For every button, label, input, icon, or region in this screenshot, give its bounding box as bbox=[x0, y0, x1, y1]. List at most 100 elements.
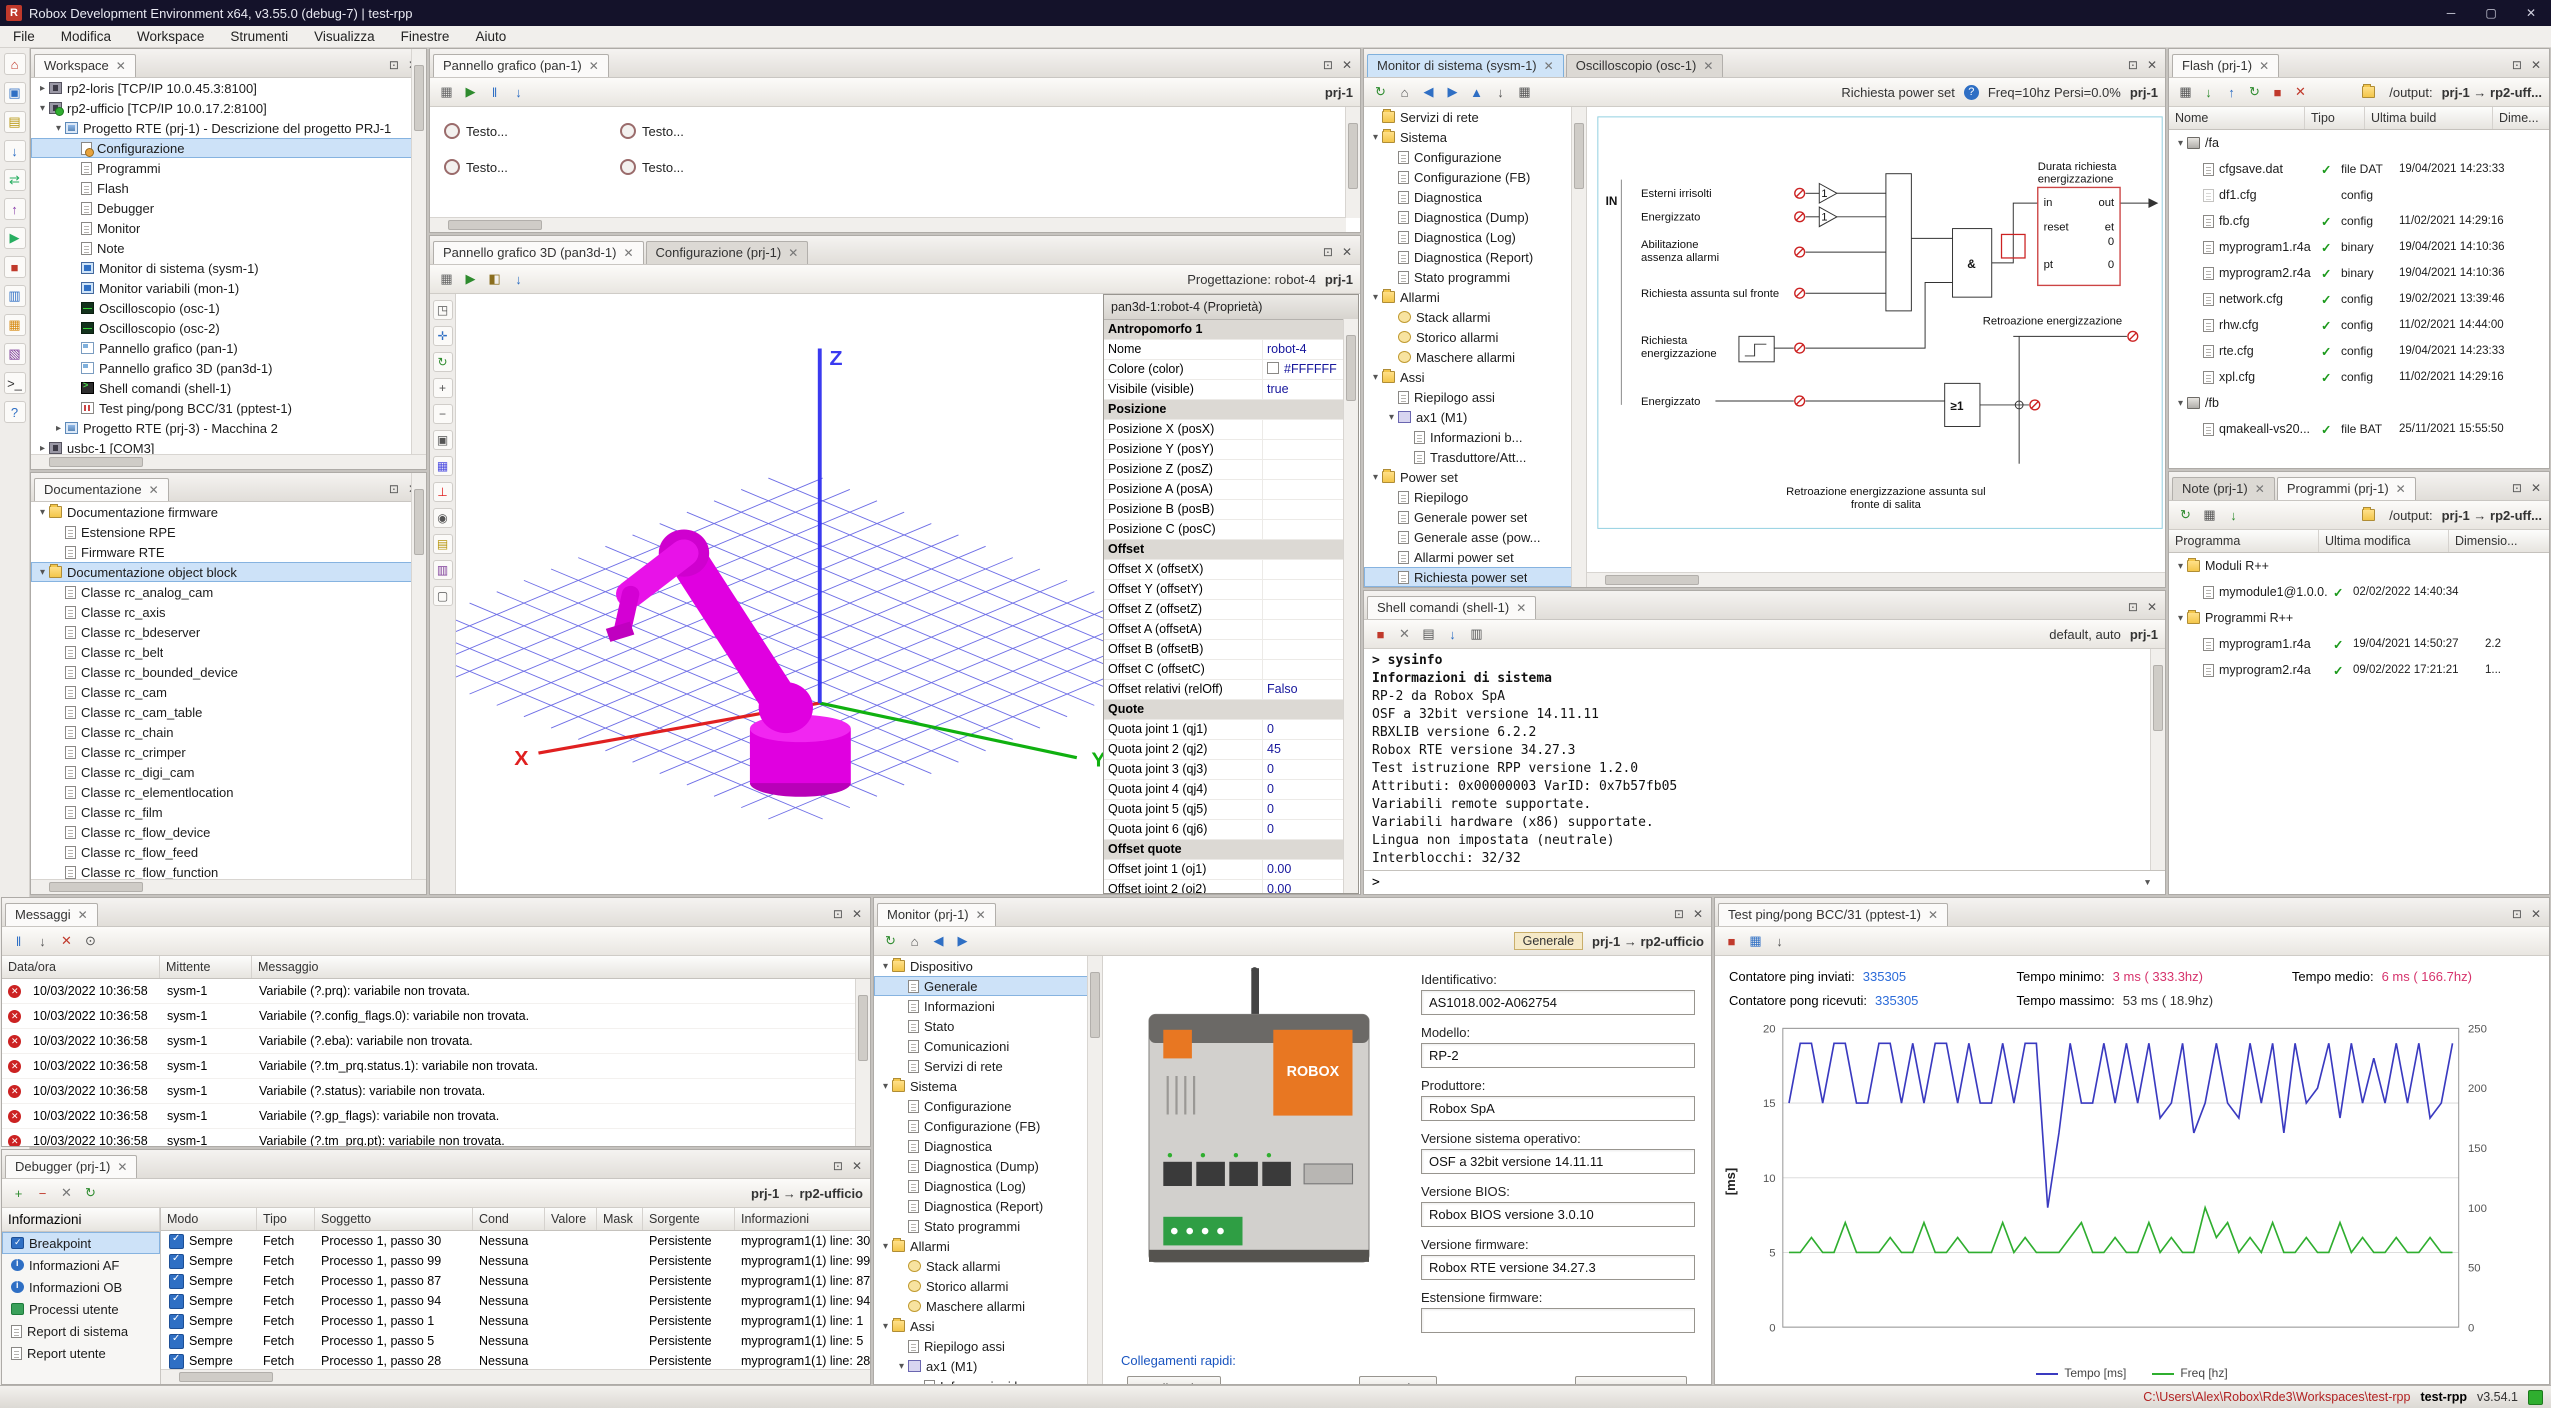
tree-item[interactable]: Diagnostica (Log) bbox=[1364, 227, 1572, 247]
vertical-scrollbar[interactable] bbox=[2150, 649, 2165, 870]
tree-item[interactable]: Shell comandi (shell-1) bbox=[31, 378, 412, 398]
tree-item[interactable]: Informazioni bbox=[874, 996, 1088, 1016]
menu-item[interactable]: Workspace bbox=[124, 29, 217, 44]
tree-item[interactable]: Generale power set bbox=[1364, 507, 1572, 527]
remove-icon[interactable]: − bbox=[33, 1184, 52, 1203]
close-icon[interactable]: ✕ bbox=[852, 1159, 862, 1173]
tree-item[interactable]: Oscilloscopio (osc-2) bbox=[31, 318, 412, 338]
expand-arrow-icon[interactable]: ▾ bbox=[879, 961, 892, 972]
debug-category[interactable]: Informazioni AF bbox=[2, 1254, 160, 1276]
doc-icon[interactable]: ▧ bbox=[4, 343, 26, 365]
vertical-scrollbar[interactable] bbox=[1087, 956, 1102, 1384]
expand-arrow-icon[interactable]: ▸ bbox=[36, 443, 49, 454]
close-icon[interactable]: ✕ bbox=[852, 907, 862, 921]
program-row[interactable]: myprogram2.r4a ✓ 09/02/2022 17:21:21 1..… bbox=[2169, 657, 2549, 683]
open-icon[interactable]: ▤ bbox=[4, 111, 26, 133]
flash-row[interactable]: myprogram2.r4a ✓ binary 19/04/2021 14:10… bbox=[2169, 260, 2549, 286]
expand-arrow-icon[interactable]: ▾ bbox=[1369, 132, 1382, 143]
expand-arrow-icon[interactable]: ▾ bbox=[2174, 398, 2187, 409]
property-row[interactable]: Antropomorfo 1 bbox=[1104, 320, 1345, 340]
tree-item[interactable]: ▾ rp2-ufficio [TCP/IP 10.0.17.2:8100] bbox=[31, 98, 412, 118]
search-icon[interactable]: ⊙ bbox=[81, 932, 100, 951]
field-value[interactable]: Robox BIOS versione 3.0.10 bbox=[1421, 1202, 1695, 1227]
column-header[interactable]: Ultima build bbox=[2365, 107, 2493, 129]
chart-icon[interactable]: ▦ bbox=[4, 314, 26, 336]
stop-icon[interactable]: ■ bbox=[1371, 625, 1390, 644]
tree-item[interactable]: Monitor variabili (mon-1) bbox=[31, 278, 412, 298]
tree-item[interactable]: ▾ Documentazione object block bbox=[31, 562, 412, 582]
play-icon[interactable]: ▶ bbox=[461, 83, 480, 102]
tree-item[interactable]: ▾ Assi bbox=[1364, 367, 1572, 387]
tree-item[interactable]: Servizi di rete bbox=[874, 1056, 1088, 1076]
vertical-scrollbar[interactable] bbox=[411, 49, 426, 455]
menu-item[interactable]: File bbox=[0, 29, 48, 44]
quicklink-button[interactable]: Power set bbox=[1575, 1376, 1687, 1384]
breakpoint-row[interactable]: Sempre Fetch Processo 1, passo 5 Nessuna… bbox=[161, 1331, 870, 1351]
property-row[interactable]: Quota joint 5 (qj5) 0 bbox=[1104, 800, 1345, 820]
connect-icon[interactable]: ⇄ bbox=[4, 169, 26, 191]
vertical-scrollbar[interactable] bbox=[1343, 319, 1358, 893]
up-icon[interactable]: ▲ bbox=[1467, 83, 1486, 102]
tree-item[interactable]: ▾ ax1 (M1) bbox=[874, 1356, 1088, 1376]
menu-item[interactable]: Visualizza bbox=[301, 29, 388, 44]
field-value[interactable]: Robox RTE versione 34.27.3 bbox=[1421, 1255, 1695, 1280]
tree-item[interactable]: Configurazione (FB) bbox=[1364, 167, 1572, 187]
horizontal-scrollbar[interactable] bbox=[31, 454, 426, 469]
tab-close-icon[interactable]: ✕ bbox=[976, 908, 986, 922]
property-row[interactable]: Quota joint 6 (qj6) 0 bbox=[1104, 820, 1345, 840]
breakpoint-row[interactable]: Sempre Fetch Processo 1, passo 28 Nessun… bbox=[161, 1351, 870, 1371]
tree-item[interactable]: Diagnostica bbox=[1364, 187, 1572, 207]
download-icon[interactable]: ↓ bbox=[2199, 83, 2218, 102]
column-header[interactable]: Informazioni bbox=[735, 1208, 870, 1230]
erase-icon[interactable]: ✕ bbox=[2291, 83, 2310, 102]
property-row[interactable]: Offset A (offsetA) bbox=[1104, 620, 1345, 640]
tree-item[interactable]: Diagnostica (Log) bbox=[874, 1176, 1088, 1196]
column-header[interactable]: Soggetto bbox=[315, 1208, 473, 1230]
property-row[interactable]: Offset X (offsetX) bbox=[1104, 560, 1345, 580]
float-icon[interactable]: ⊡ bbox=[2512, 58, 2522, 72]
float-icon[interactable]: ⊡ bbox=[2512, 481, 2522, 495]
property-row[interactable]: Offset Z (offsetZ) bbox=[1104, 600, 1345, 620]
tree-item[interactable]: Oscilloscopio (osc-1) bbox=[31, 298, 412, 318]
tree-item[interactable]: Stack allarmi bbox=[1364, 307, 1572, 327]
float-icon[interactable]: ⊡ bbox=[1323, 58, 1333, 72]
program-row[interactable]: mymodule1@1.0.0... ✓ 02/02/2022 14:40:34 bbox=[2169, 579, 2549, 605]
tree-item[interactable]: Trasduttore/Att... bbox=[1364, 447, 1572, 467]
tree-item[interactable]: Riepilogo assi bbox=[874, 1336, 1088, 1356]
debug-category[interactable]: Processi utente bbox=[2, 1298, 160, 1320]
expand-arrow-icon[interactable]: ▾ bbox=[1369, 472, 1382, 483]
minimize-icon[interactable]: ─ bbox=[2431, 0, 2471, 26]
tab-close-icon[interactable]: ✕ bbox=[589, 59, 599, 73]
field-value[interactable]: AS1018.002-A062754 bbox=[1421, 990, 1695, 1015]
design-icon[interactable]: ◧ bbox=[485, 270, 504, 289]
new-project-icon[interactable]: ▣ bbox=[4, 82, 26, 104]
property-row[interactable]: Offset joint 2 (oj2) 0.00 bbox=[1104, 880, 1345, 893]
expand-arrow-icon[interactable]: ▾ bbox=[879, 1241, 892, 1252]
close-icon[interactable]: ✕ bbox=[2531, 481, 2541, 495]
quicklink-button[interactable]: Assi bbox=[1359, 1376, 1438, 1384]
expand-arrow-icon[interactable]: ▾ bbox=[879, 1081, 892, 1092]
tree-item[interactable]: ▾ Assi bbox=[874, 1316, 1088, 1336]
props-icon[interactable]: ▥ bbox=[433, 560, 453, 580]
tab-close-icon[interactable]: ✕ bbox=[788, 246, 798, 260]
tree-item[interactable]: Diagnostica (Report) bbox=[1364, 247, 1572, 267]
tab-flash[interactable]: Flash (prj-1) ✕ bbox=[2172, 54, 2279, 77]
tree-item[interactable]: Generale bbox=[874, 976, 1088, 996]
close-icon[interactable]: ✕ bbox=[2531, 907, 2541, 921]
column-header[interactable]: Dime... bbox=[2493, 107, 2549, 129]
vertical-scrollbar[interactable] bbox=[1345, 107, 1360, 218]
refresh-icon[interactable]: ↻ bbox=[2176, 506, 2195, 525]
tab-close-icon[interactable]: ✕ bbox=[1516, 601, 1526, 615]
breakpoint-row[interactable]: Sempre Fetch Processo 1, passo 99 Nessun… bbox=[161, 1251, 870, 1271]
add-icon[interactable]: + bbox=[9, 1184, 28, 1203]
property-row[interactable]: Posizione B (posB) bbox=[1104, 500, 1345, 520]
float-icon[interactable]: ⊡ bbox=[2128, 600, 2138, 614]
breakpoint-enabled-checkbox[interactable] bbox=[169, 1294, 184, 1309]
tree-item[interactable]: Debugger bbox=[31, 198, 412, 218]
fit-icon[interactable]: ▣ bbox=[433, 430, 453, 450]
tab-pan3d[interactable]: Pannello grafico 3D (pan3d-1) ✕ bbox=[433, 241, 644, 264]
property-row[interactable]: Colore (color) #FFFFFF bbox=[1104, 360, 1345, 380]
tree-item[interactable]: Comunicazioni bbox=[874, 1036, 1088, 1056]
tree-item[interactable]: ▸ rp2-loris [TCP/IP 10.0.45.3:8100] bbox=[31, 78, 412, 98]
back-icon[interactable]: ◀ bbox=[929, 932, 948, 951]
